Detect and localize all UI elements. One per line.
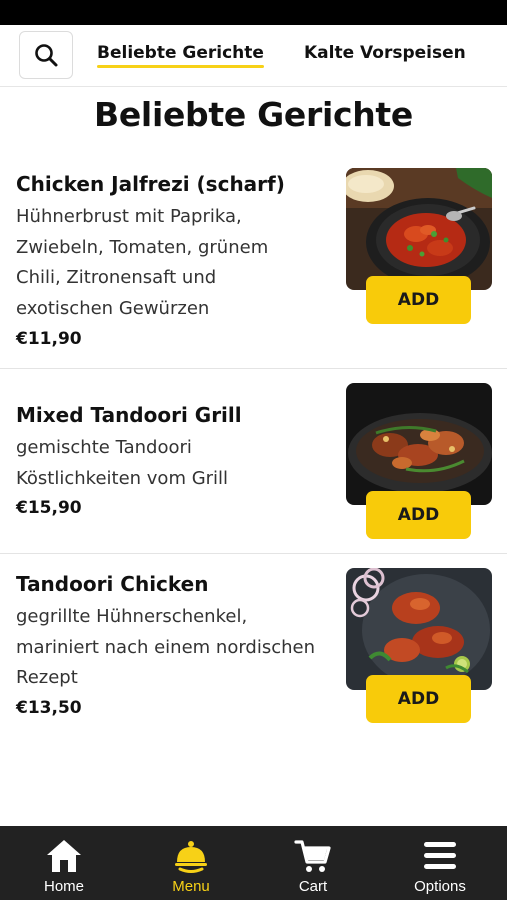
search-icon — [35, 44, 58, 67]
dish-description: gemischte Tandoori Köstlichkeiten vom Gr… — [16, 437, 229, 489]
dish-name: Chicken Jalfrezi (scharf) — [16, 172, 285, 196]
dish-photo-tandoori-grill — [346, 383, 492, 505]
status-bar — [0, 0, 507, 25]
search-button[interactable] — [19, 31, 73, 79]
nav-cart[interactable]: Cart — [250, 826, 376, 900]
dish-image[interactable] — [346, 383, 492, 505]
menu-icon — [420, 836, 460, 876]
dish-description: Hühnerbrust mit Paprika, Zwiebeln, Tomat… — [16, 206, 269, 319]
page-title: Beliebte Gerichte — [94, 95, 413, 134]
cart-icon — [293, 836, 333, 876]
dish-photo-jalfrezi — [346, 168, 492, 290]
dish-photo-tandoori-chicken — [346, 568, 492, 690]
add-button[interactable]: ADD — [366, 276, 471, 324]
bottom-nav: Home Menu Cart Options — [0, 826, 507, 900]
nav-label: Menu — [172, 878, 210, 895]
dish-name: Tandoori Chicken — [16, 572, 209, 596]
dish-image[interactable] — [346, 568, 492, 690]
dish-price: €11,90 — [16, 329, 82, 349]
category-tabbar: Beliebte Gerichte Kalte Vorspeisen — [0, 25, 507, 87]
nav-label: Cart — [298, 878, 328, 895]
dish-price: €13,50 — [16, 698, 82, 718]
cloche-icon — [171, 836, 211, 876]
nav-menu[interactable]: Menu — [128, 826, 254, 900]
dish-image[interactable] — [346, 168, 492, 290]
add-button[interactable]: ADD — [366, 675, 471, 723]
home-icon — [44, 836, 84, 876]
dish-description: gegrillte Hühnerschenkel, mariniert nach… — [16, 606, 316, 688]
dish-name: Mixed Tandoori Grill — [16, 403, 242, 427]
tab-beliebte-gerichte[interactable]: Beliebte Gerichte — [97, 43, 264, 68]
tab-kalte-vorspeisen[interactable]: Kalte Vorspeisen — [304, 43, 466, 63]
nav-home[interactable]: Home — [1, 826, 127, 900]
dish-price: €15,90 — [16, 498, 82, 518]
add-button[interactable]: ADD — [366, 491, 471, 539]
divider — [0, 553, 507, 554]
nav-label: Options — [414, 878, 466, 895]
nav-options[interactable]: Options — [377, 826, 503, 900]
divider — [0, 368, 507, 369]
nav-label: Home — [43, 878, 84, 895]
